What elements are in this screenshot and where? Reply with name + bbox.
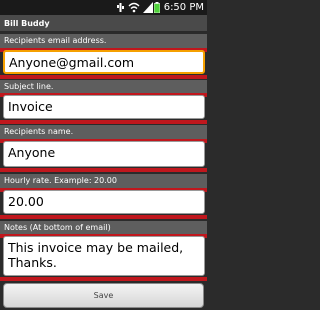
email-label: Recipients email address. [0, 34, 207, 48]
divider [0, 75, 207, 79]
wifi-icon [128, 2, 140, 13]
name-label: Recipients name. [0, 125, 207, 139]
save-button[interactable]: Save [3, 283, 204, 308]
divider [0, 120, 207, 124]
divider [0, 168, 207, 172]
email-field[interactable]: Anyone@gmail.com [3, 50, 205, 74]
battery-icon [154, 2, 160, 13]
notes-label: Notes (At bottom of email) [0, 221, 207, 235]
notes-field[interactable]: This invoice may be mailed, Thanks. [3, 236, 205, 276]
status-time: 6:50 PM [163, 2, 204, 13]
app-title: Bill Buddy [0, 15, 207, 32]
signal-icon [143, 2, 153, 13]
subject-field[interactable]: Invoice [3, 95, 205, 119]
hourly-rate-label: Hourly rate. Example: 20.00 [0, 174, 207, 188]
divider [0, 277, 207, 281]
usb-icon [117, 3, 124, 12]
recipient-name-field[interactable]: Anyone [3, 141, 205, 167]
status-bar: 6:50 PM [0, 0, 207, 15]
hourly-rate-field[interactable]: 20.00 [3, 190, 205, 214]
divider [0, 215, 207, 219]
subject-label: Subject line. [0, 80, 207, 94]
